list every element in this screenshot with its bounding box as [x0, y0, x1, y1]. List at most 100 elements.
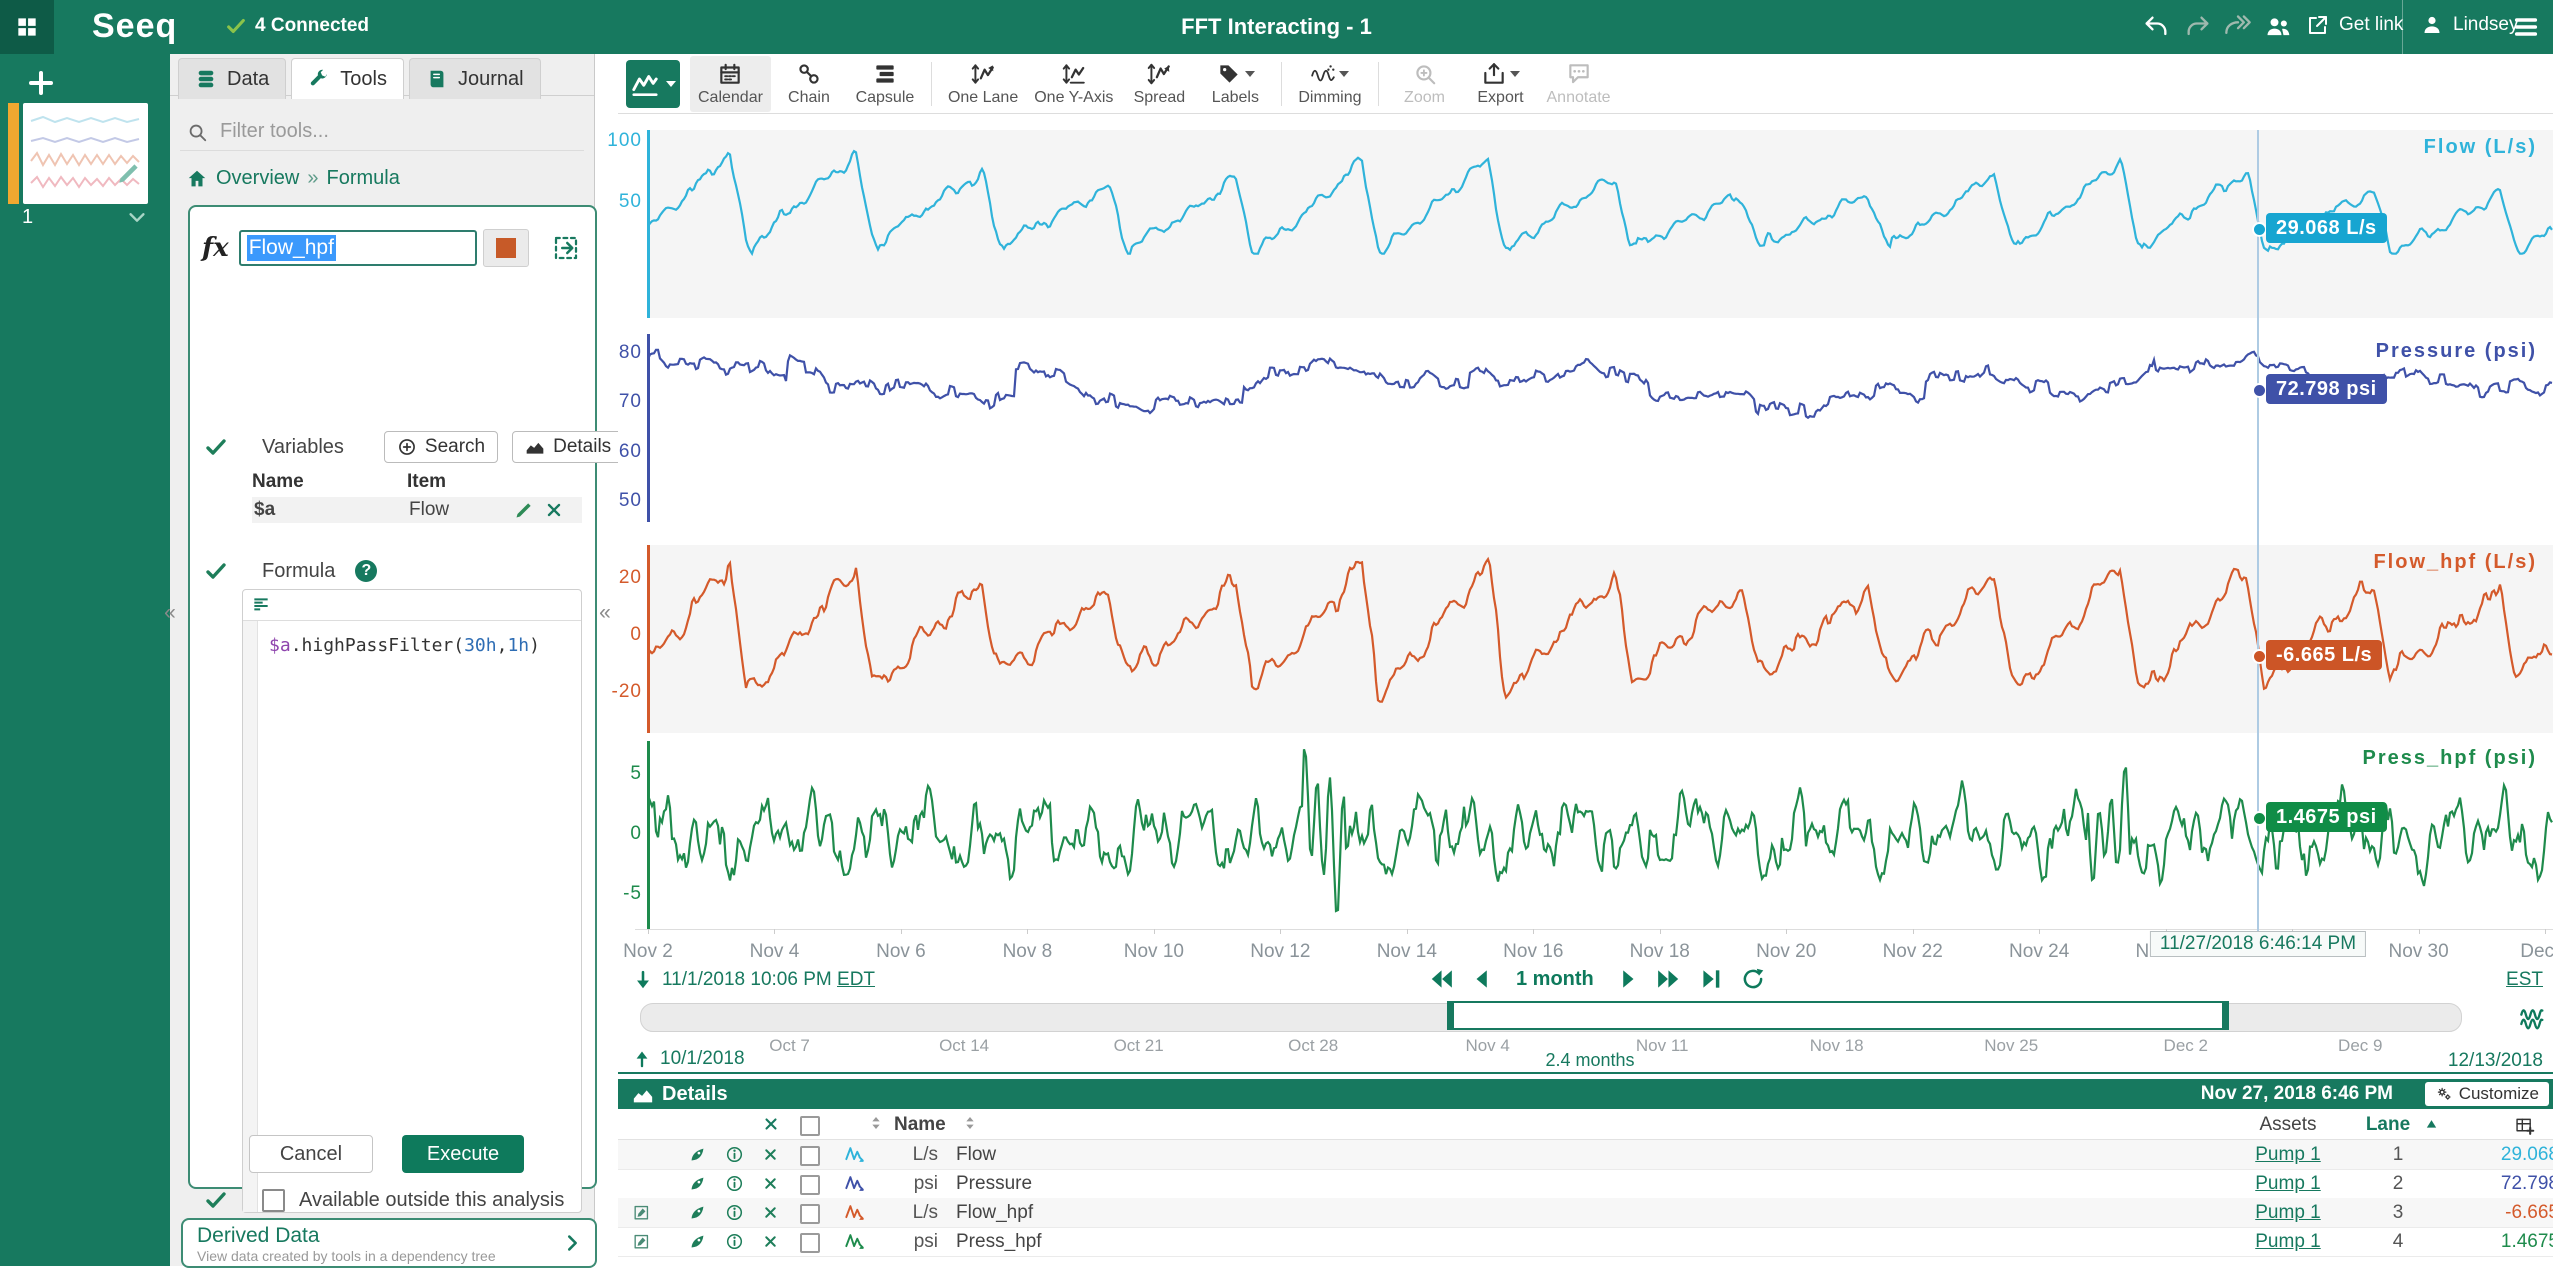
labels-button[interactable]: Labels	[1197, 56, 1273, 112]
step-back-double-icon[interactable]	[1428, 966, 1454, 992]
overview-scrollbar-selection[interactable]	[1449, 1001, 2227, 1030]
asset-link[interactable]: Pump 1	[2233, 1144, 2343, 1166]
collapse-rail-handle[interactable]: «	[163, 596, 177, 630]
info-icon[interactable]	[725, 1232, 744, 1251]
row-checkbox[interactable]	[800, 1233, 820, 1253]
capsule-button[interactable]: Capsule	[847, 56, 923, 112]
row-checkbox[interactable]	[800, 1146, 820, 1166]
end-timezone[interactable]: EST	[2506, 969, 2543, 990]
spread-button[interactable]: Spread	[1121, 56, 1197, 112]
sort-icon[interactable]	[868, 1115, 884, 1131]
details-chart-icon	[632, 1084, 654, 1106]
one-y-axis-button[interactable]: One Y-Axis	[1026, 56, 1121, 112]
hamburger-menu-button[interactable]	[2512, 13, 2540, 41]
derived-data-card[interactable]: Derived Data View data created by tools …	[181, 1218, 597, 1268]
view-selector-button[interactable]	[626, 60, 680, 108]
row-checkbox[interactable]	[800, 1204, 820, 1224]
info-icon[interactable]	[725, 1174, 744, 1193]
item-name[interactable]: Pressure	[956, 1173, 1032, 1195]
assets-column-header[interactable]: Assets	[2233, 1114, 2343, 1136]
customize-button[interactable]: Customize	[2425, 1082, 2549, 1106]
filter-tools-input[interactable]: Filter tools...	[186, 120, 576, 143]
add-worksheet-button[interactable]	[26, 68, 56, 98]
selection-left-handle[interactable]	[1447, 1001, 1454, 1030]
connection-status[interactable]: 4 Connected	[225, 15, 369, 37]
editor-body[interactable]: $a.highPassFilter(30h,1h)	[243, 621, 581, 1212]
remove-all-icon[interactable]	[762, 1115, 780, 1133]
remove-item-icon[interactable]	[762, 1204, 779, 1221]
overview-end-date[interactable]: 12/13/2018	[2448, 1050, 2543, 1072]
dimming-button[interactable]: Dimming	[1290, 56, 1369, 112]
remove-variable-icon[interactable]	[544, 500, 564, 520]
worksheet-chevron-down-icon[interactable]	[126, 206, 148, 228]
info-icon[interactable]	[725, 1203, 744, 1222]
user-menu[interactable]: Lindsey	[2420, 13, 2519, 37]
start-timezone[interactable]: EDT	[837, 969, 875, 990]
select-all-checkbox[interactable]	[800, 1116, 820, 1136]
redo-button[interactable]	[2184, 13, 2212, 41]
refresh-icon[interactable]	[1740, 966, 1766, 992]
overview-start[interactable]: 10/1/2018	[632, 1048, 745, 1070]
rocket-icon[interactable]	[688, 1232, 707, 1251]
step-forward-icon[interactable]	[1614, 966, 1640, 992]
display-range-start[interactable]: 11/1/2018 10:06 PM EDT	[632, 969, 875, 991]
search-variable-button[interactable]: Search	[384, 431, 498, 463]
edit-item-icon[interactable]	[632, 1203, 651, 1222]
step-to-end-icon[interactable]	[1698, 966, 1724, 992]
selection-right-handle[interactable]	[2222, 1001, 2229, 1030]
share-forward-button[interactable]	[2224, 13, 2252, 41]
tab-tools[interactable]: Tools	[291, 58, 404, 99]
series-line[interactable]	[648, 559, 2552, 702]
home-icon[interactable]	[186, 168, 208, 190]
rocket-icon[interactable]	[688, 1145, 707, 1164]
full-trend-icon[interactable]	[2518, 1003, 2548, 1031]
export-button[interactable]: Export	[1463, 56, 1539, 112]
tab-journal[interactable]: Journal	[409, 58, 541, 99]
users-button[interactable]	[2264, 13, 2292, 41]
remove-item-icon[interactable]	[762, 1233, 779, 1250]
one-lane-button[interactable]: One Lane	[940, 56, 1026, 112]
item-name[interactable]: Flow_hpf	[956, 1202, 1033, 1224]
item-name[interactable]: Press_hpf	[956, 1231, 1042, 1253]
name-column-header[interactable]: Name	[894, 1114, 946, 1136]
rocket-icon[interactable]	[688, 1203, 707, 1222]
help-icon[interactable]: ?	[355, 560, 377, 582]
asset-link[interactable]: Pump 1	[2233, 1231, 2343, 1253]
step-back-icon[interactable]	[1470, 966, 1496, 992]
breadcrumb-formula[interactable]: Formula	[326, 167, 399, 190]
item-name[interactable]: Flow	[956, 1144, 996, 1166]
calendar-button[interactable]: Calendar	[690, 56, 771, 112]
lane-column-header[interactable]: Lane	[2358, 1114, 2418, 1136]
available-checkbox[interactable]	[262, 1189, 285, 1212]
display-range-end[interactable]: EST	[2506, 969, 2543, 991]
dashed-panel-icon[interactable]	[551, 233, 581, 263]
app-grid-button[interactable]	[0, 0, 54, 54]
remove-item-icon[interactable]	[762, 1175, 779, 1192]
undo-button[interactable]	[2142, 13, 2170, 41]
cancel-button[interactable]: Cancel	[249, 1135, 373, 1173]
color-swatch-button[interactable]	[483, 229, 529, 267]
collapse-sidebar-handle[interactable]: «	[598, 596, 612, 630]
row-checkbox[interactable]	[800, 1175, 820, 1195]
execute-button[interactable]: Execute	[402, 1135, 524, 1173]
zoom-button: Zoom	[1387, 56, 1463, 112]
asset-link[interactable]: Pump 1	[2233, 1173, 2343, 1195]
edit-variable-icon[interactable]	[514, 500, 534, 520]
info-icon[interactable]	[725, 1145, 744, 1164]
worksheet-thumbnail[interactable]	[23, 103, 148, 204]
x-tick	[648, 929, 649, 934]
breadcrumb-overview[interactable]: Overview	[216, 167, 299, 190]
step-forward-double-icon[interactable]	[1656, 966, 1682, 992]
rocket-icon[interactable]	[688, 1174, 707, 1193]
editor-lines-icon[interactable]	[251, 595, 271, 615]
chain-button[interactable]: Chain	[771, 56, 847, 112]
remove-item-icon[interactable]	[762, 1146, 779, 1163]
get-link-button[interactable]: Get link	[2306, 13, 2403, 37]
add-column-icon[interactable]	[2514, 1115, 2535, 1136]
range-duration[interactable]: 1 month	[1516, 968, 1594, 991]
asset-link[interactable]: Pump 1	[2233, 1202, 2343, 1224]
formula-name-input[interactable]: Flow_hpf	[239, 230, 477, 266]
edit-item-icon[interactable]	[632, 1232, 651, 1251]
sort-icon[interactable]	[962, 1115, 978, 1131]
tab-data[interactable]: Data	[178, 58, 286, 99]
